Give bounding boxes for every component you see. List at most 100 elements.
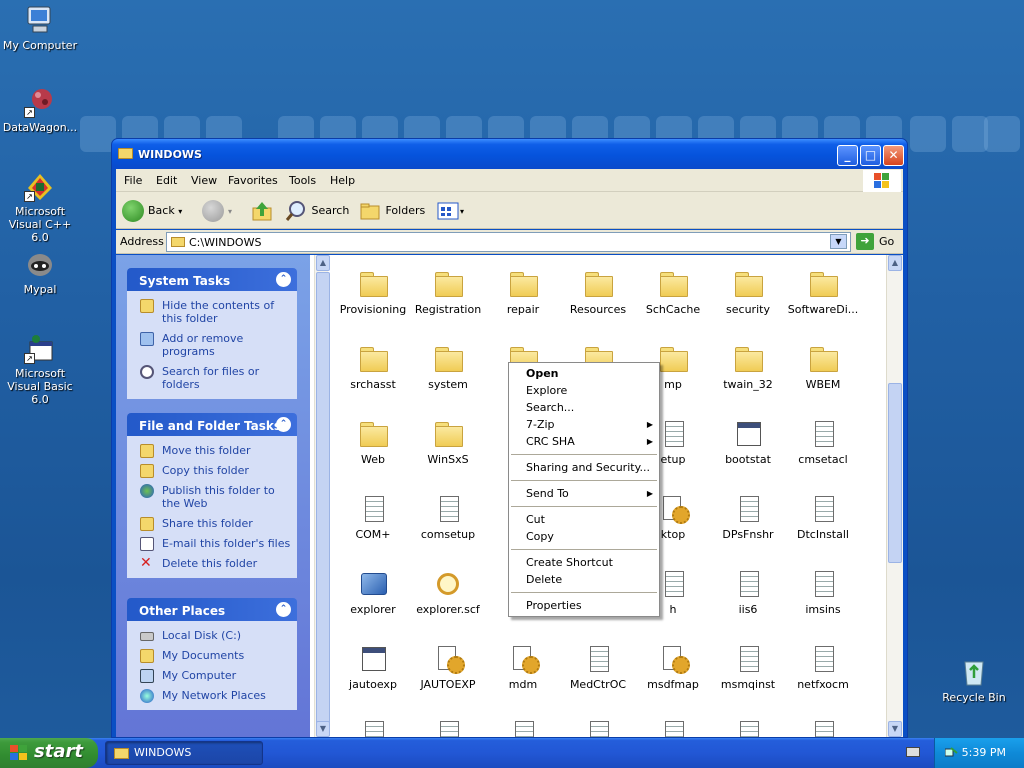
context-menu-item[interactable]: Create Shortcut	[509, 554, 659, 571]
file-item[interactable]: imsins	[786, 569, 860, 616]
collapse-chevron-icon[interactable]: ⌃	[276, 272, 291, 287]
task-hide-contents[interactable]: Hide the contents of this folder	[138, 299, 293, 325]
scroll-up-arrow-icon[interactable]: ▲	[888, 255, 902, 271]
file-item[interactable]: comsetup	[411, 494, 485, 541]
other-places-header[interactable]: Other Places ⌃	[127, 598, 297, 621]
network-status-icon[interactable]	[944, 746, 959, 758]
forward-button[interactable]: ▾	[202, 199, 232, 223]
file-item[interactable]: MedCtrOC	[561, 644, 635, 691]
desktop-icon-my-computer[interactable]: My Computer	[0, 4, 80, 52]
maximize-button[interactable]: □	[860, 145, 881, 166]
context-menu-item[interactable]: Sharing and Security...	[509, 459, 659, 476]
place-my-network[interactable]: My Network Places	[138, 689, 293, 703]
file-item[interactable]: DPsFnshr	[711, 494, 785, 541]
context-menu-item[interactable]: CRC SHA ▶	[509, 433, 659, 450]
context-menu-item[interactable]: Properties	[509, 597, 659, 614]
place-my-computer[interactable]: My Computer	[138, 669, 293, 683]
task-move-folder[interactable]: Move this folder	[138, 444, 293, 458]
taskbar-item-windows[interactable]: WINDOWS	[105, 741, 263, 765]
task-email-files[interactable]: E-mail this folder's files	[138, 537, 293, 551]
desktop-icon-recycle-bin[interactable]: Recycle Bin	[934, 656, 1014, 704]
file-item[interactable]: bootstat	[711, 419, 785, 466]
context-menu-item[interactable]: Cut	[509, 511, 659, 528]
collapse-chevron-icon[interactable]: ⌃	[276, 602, 291, 617]
scroll-thumb[interactable]	[888, 383, 902, 563]
desktop-icon-visual-basic[interactable]: ↗ Microsoft Visual Basic 6.0	[0, 332, 80, 406]
file-view-scrollbar[interactable]: ▲ ▼	[886, 255, 903, 737]
menu-file[interactable]: File	[124, 174, 142, 187]
place-local-disk[interactable]: Local Disk (C:)	[138, 629, 293, 642]
file-item-partial[interactable]	[786, 719, 860, 737]
file-item[interactable]: JAUTOEXP	[411, 644, 485, 691]
file-item[interactable]: jautoexp	[336, 644, 410, 691]
context-menu-item[interactable]: 7-Zip ▶	[509, 416, 659, 433]
menu-view[interactable]: View	[191, 174, 217, 187]
menu-edit[interactable]: Edit	[156, 174, 177, 187]
task-copy-folder[interactable]: Copy this folder	[138, 464, 293, 478]
minimize-button[interactable]: _	[837, 145, 858, 166]
file-item[interactable]: msmqinst	[711, 644, 785, 691]
file-item-partial[interactable]	[336, 719, 410, 737]
up-folder-button[interactable]	[250, 199, 276, 223]
context-menu-item[interactable]: Delete	[509, 571, 659, 588]
menu-tools[interactable]: Tools	[289, 174, 316, 187]
file-item[interactable]: msdfmap	[636, 644, 710, 691]
context-menu-item[interactable]: Explore	[509, 382, 659, 399]
task-publish-web[interactable]: Publish this folder to the Web	[138, 484, 293, 510]
context-menu-item[interactable]: Send To ▶	[509, 485, 659, 502]
desktop-icon-datawagon[interactable]: ↗ DataWagon...	[0, 86, 80, 134]
task-pane-scrollbar[interactable]: ▲ ▼	[314, 255, 330, 737]
desktop-icon-mypal[interactable]: Mypal	[0, 248, 80, 296]
file-item[interactable]: system	[411, 344, 485, 391]
file-item[interactable]: SoftwareDi...	[786, 269, 860, 316]
context-menu-item[interactable]: Open	[509, 365, 659, 382]
address-input[interactable]: C:\WINDOWS ▼	[166, 232, 851, 252]
file-item[interactable]: WBEM	[786, 344, 860, 391]
file-item[interactable]: cmsetacl	[786, 419, 860, 466]
file-item[interactable]: explorer	[336, 569, 410, 616]
file-item[interactable]: Web	[336, 419, 410, 466]
file-item[interactable]: twain_32	[711, 344, 785, 391]
file-item-partial[interactable]	[711, 719, 785, 737]
file-item[interactable]: COM+	[336, 494, 410, 541]
file-item[interactable]: srchasst	[336, 344, 410, 391]
menu-favorites[interactable]: Favorites	[228, 174, 278, 187]
search-button[interactable]: Search	[284, 199, 349, 223]
file-item-partial[interactable]	[561, 719, 635, 737]
file-item[interactable]: iis6	[711, 569, 785, 616]
keyboard-icon[interactable]	[906, 747, 920, 757]
file-item[interactable]: explorer.scf	[411, 569, 485, 616]
file-item[interactable]: netfxocm	[786, 644, 860, 691]
start-button[interactable]: start	[0, 738, 98, 768]
system-tasks-header[interactable]: System Tasks ⌃	[127, 268, 297, 291]
file-item-partial[interactable]	[411, 719, 485, 737]
address-dropdown-chevron-icon[interactable]: ▼	[830, 234, 847, 249]
file-item[interactable]: Registration	[411, 269, 485, 316]
title-bar[interactable]: WINDOWS _ □ ✕	[112, 139, 907, 169]
close-button[interactable]: ✕	[883, 145, 904, 166]
task-delete-folder[interactable]: ✕ Delete this folder	[138, 556, 293, 570]
file-item-partial[interactable]	[636, 719, 710, 737]
desktop-icon-visual-cpp[interactable]: ↗ Microsoft Visual C++ 6.0	[0, 170, 80, 244]
views-button[interactable]: ▾	[436, 199, 464, 223]
file-item[interactable]: security	[711, 269, 785, 316]
context-menu-item[interactable]: Search...	[509, 399, 659, 416]
file-item[interactable]: repair	[486, 269, 560, 316]
file-item[interactable]: DtcInstall	[786, 494, 860, 541]
scroll-down-arrow-icon[interactable]: ▼	[888, 721, 902, 737]
go-button[interactable]: ➜ Go	[856, 232, 906, 252]
task-share-folder[interactable]: Share this folder	[138, 517, 293, 531]
menu-help[interactable]: Help	[330, 174, 355, 187]
file-item[interactable]: Provisioning	[336, 269, 410, 316]
task-search-files[interactable]: Search for files or folders	[138, 365, 293, 391]
place-my-documents[interactable]: My Documents	[138, 649, 293, 663]
context-menu-item[interactable]: Copy	[509, 528, 659, 545]
file-folder-tasks-header[interactable]: File and Folder Tasks ⌃	[127, 413, 297, 436]
collapse-chevron-icon[interactable]: ⌃	[276, 417, 291, 432]
task-add-remove-programs[interactable]: Add or remove programs	[138, 332, 293, 358]
file-item[interactable]: SchCache	[636, 269, 710, 316]
back-button[interactable]: Back ▾	[122, 199, 182, 223]
folders-button[interactable]: Folders	[358, 199, 425, 223]
file-item[interactable]: WinSxS	[411, 419, 485, 466]
file-item-partial[interactable]	[486, 719, 560, 737]
